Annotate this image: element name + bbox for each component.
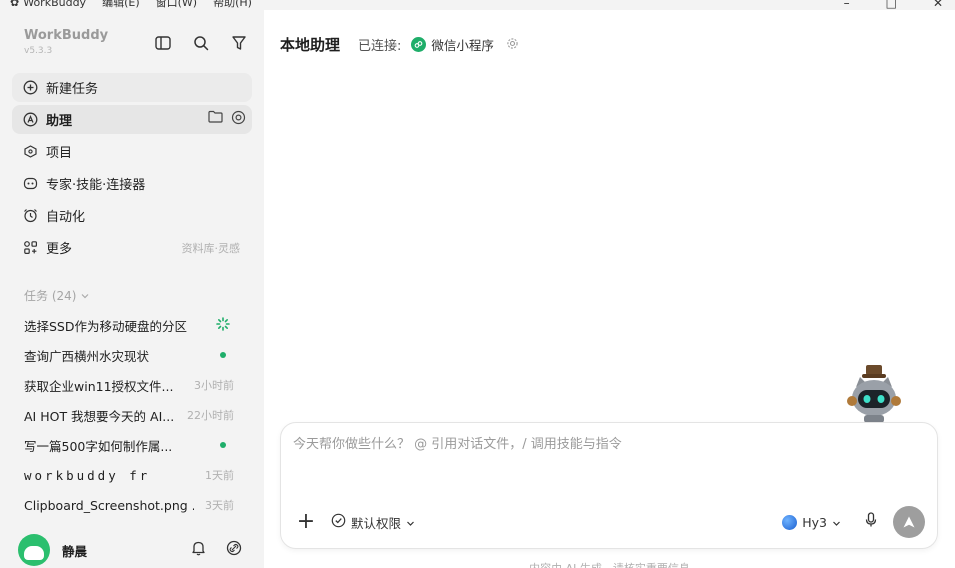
filter-icon[interactable] [230, 34, 248, 52]
user-profile[interactable]: 静晨 [18, 533, 248, 567]
user-name: 静晨 [62, 543, 88, 559]
chat-header: 本地助理 已连接: 微信小程序 [280, 34, 519, 55]
page-title: 本地助理 [280, 36, 341, 54]
task-item[interactable]: Clipboard_Screenshot.png ... 3天前 [12, 490, 252, 520]
menu-window[interactable]: 窗口(W) [156, 0, 197, 10]
expert-icon [22, 176, 38, 192]
status-dot [220, 442, 226, 448]
task-item[interactable]: workbuddy fr 1天前 [12, 460, 252, 490]
maximize-button[interactable]: □ [886, 0, 897, 10]
brand-name: WorkBuddy [24, 28, 109, 43]
app-logo-icon: ✿ [10, 0, 20, 9]
disclaimer: 内容由 AI 生成，请核实重要信息 [264, 560, 955, 568]
chat-composer: 今天帮你做些什么？ @ 引用对话文件，/ 调用技能与指令 + 默认权限 Hy3 [280, 422, 938, 549]
project-icon [22, 144, 38, 160]
model-selector[interactable]: Hy3 [782, 514, 841, 530]
plus-circle-icon [22, 80, 38, 96]
robot-cat-mascot-icon [844, 365, 904, 423]
connected-app[interactable]: 微信小程序 [411, 35, 494, 54]
folder-icon[interactable] [208, 110, 223, 129]
sidebar-toggle-icon[interactable] [154, 34, 172, 52]
brand-version: v5.3.3 [24, 46, 53, 56]
task-list: 选择SSD作为移动硬盘的分区 查询广西横州水灾现状 获取企业win11授权文件.… [12, 310, 252, 520]
gear-icon[interactable] [506, 35, 519, 54]
sidebar-item-assistant[interactable]: 助理 [12, 105, 252, 134]
mini-program-icon [411, 37, 427, 52]
link-icon[interactable] [226, 540, 242, 560]
more-hint: 资料库·灵感 [181, 241, 241, 255]
connection-label: 已连接: [358, 39, 402, 54]
task-time: 3小时前 [194, 379, 234, 392]
task-item[interactable]: 获取企业win11授权文件... 3小时前 [12, 370, 252, 400]
send-button[interactable] [893, 506, 925, 538]
grid-icon [22, 240, 38, 256]
chevron-down-icon [80, 289, 90, 303]
permission-selector[interactable]: 默认权限 [331, 513, 415, 532]
search-icon[interactable] [192, 34, 210, 52]
sidebar-item-more[interactable]: 更多 资料库·灵感 [12, 233, 252, 262]
avatar[interactable] [18, 534, 50, 566]
task-item[interactable]: AI HOT 我想要今天的 AI... 22小时前 [12, 400, 252, 430]
loading-spinner-icon [216, 316, 230, 334]
add-attachment-button[interactable]: + [295, 511, 317, 533]
new-task-button[interactable]: 新建任务 [12, 73, 252, 102]
microphone-icon[interactable] [865, 512, 877, 532]
sidebar-item-automation[interactable]: 自动化 [12, 201, 252, 230]
settings-target-icon[interactable] [231, 110, 246, 129]
tasks-header[interactable]: 任务 (24) [24, 287, 90, 304]
minimize-button[interactable]: – [844, 0, 850, 10]
sidebar-item-project[interactable]: 项目 [12, 137, 252, 166]
chevron-down-icon [406, 515, 415, 530]
task-time: 22小时前 [187, 409, 234, 422]
assistant-icon [22, 112, 38, 128]
send-arrow-icon [903, 516, 915, 528]
chevron-down-icon [832, 515, 841, 530]
bell-icon[interactable] [191, 540, 206, 560]
brand: WorkBuddy v5.3.3 [24, 28, 108, 56]
model-globe-icon [782, 514, 798, 530]
task-item[interactable]: 选择SSD作为移动硬盘的分区 [12, 310, 252, 340]
main-panel: 本地助理 已连接: 微信小程序 今天帮你做些什么？ @ 引用对话文件，/ 调用技… [264, 10, 955, 568]
task-item[interactable]: 写一篇500字如何制作属... [12, 430, 252, 460]
menu-help[interactable]: 帮助(H) [213, 0, 252, 10]
alarm-icon [22, 208, 38, 224]
task-item[interactable]: 查询广西横州水灾现状 [12, 340, 252, 370]
close-button[interactable]: ✕ [933, 0, 943, 10]
menu-edit[interactable]: 编辑(E) [102, 0, 140, 10]
app-menu[interactable]: ✿ WorkBuddy [10, 0, 86, 10]
message-input[interactable]: 今天帮你做些什么？ @ 引用对话文件，/ 调用技能与指令 [293, 433, 622, 452]
status-dot [220, 352, 226, 358]
nav-list: 新建任务 助理 项目 专家·技能·连接器 自动化 更多 资料库·灵感 [12, 73, 252, 265]
sidebar-item-experts[interactable]: 专家·技能·连接器 [12, 169, 252, 198]
menu-bar: ✿ WorkBuddy 编辑(E) 窗口(W) 帮助(H) – □ ✕ [0, 0, 955, 10]
sidebar: WorkBuddy v5.3.3 新建任务 助理 项目 专家·技能·连接器 自动… [0, 10, 264, 568]
task-time: 3天前 [205, 499, 234, 512]
task-time: 1天前 [205, 469, 234, 482]
shield-check-icon [331, 513, 346, 531]
